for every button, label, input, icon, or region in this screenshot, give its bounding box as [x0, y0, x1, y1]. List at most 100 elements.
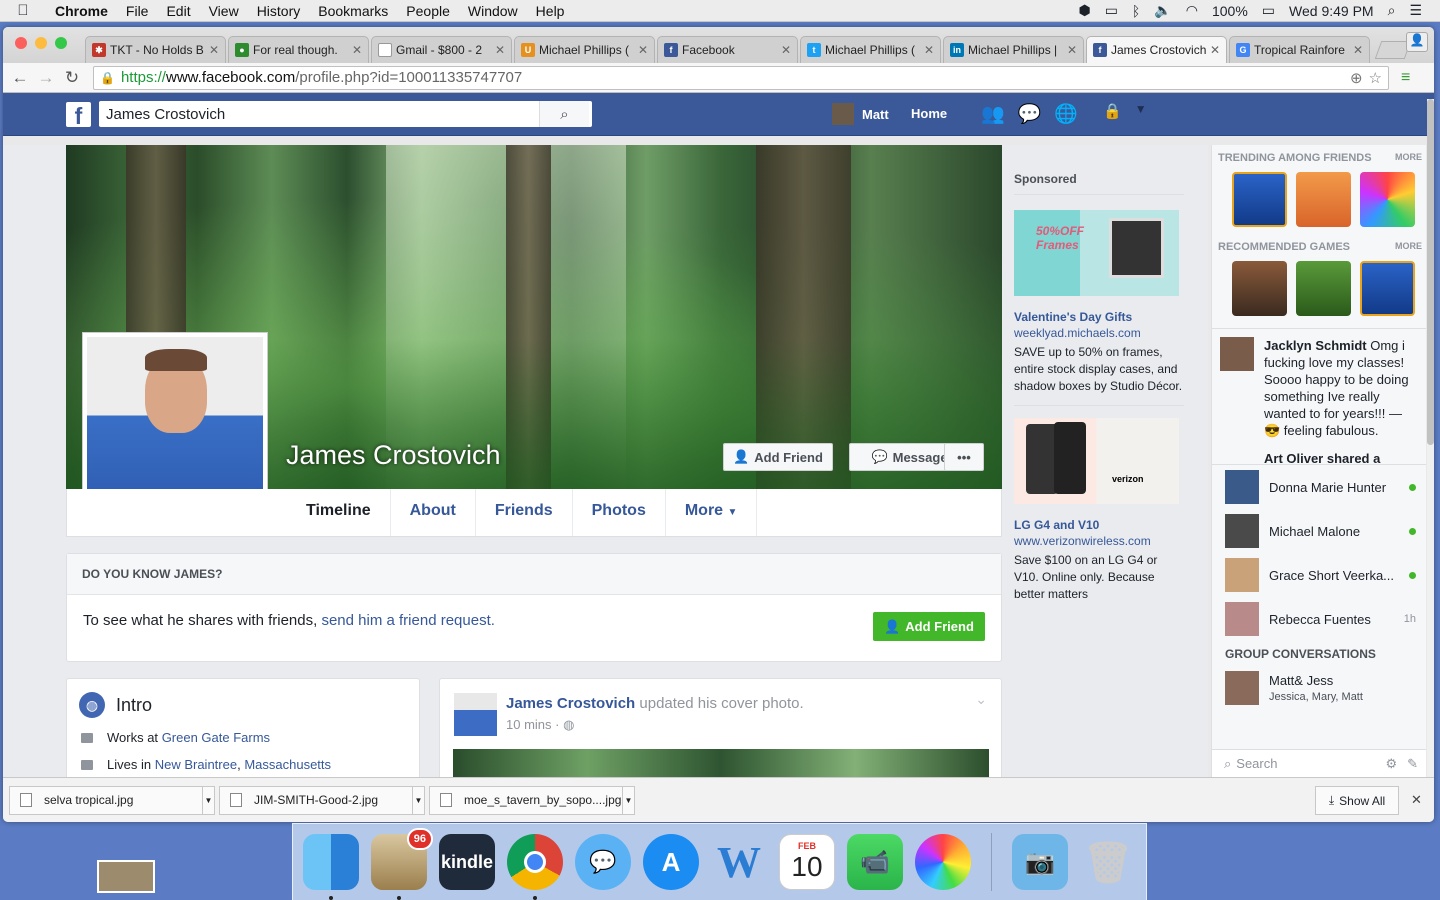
state-link[interactable]: Massachusetts — [244, 757, 331, 772]
post-avatar[interactable] — [454, 693, 497, 736]
adventure-game-icon[interactable] — [1296, 261, 1351, 316]
post-cover-image[interactable] — [453, 749, 989, 777]
dropbox-icon[interactable]: ⬢ — [1078, 2, 1090, 19]
zoom-window-button[interactable] — [55, 37, 67, 49]
recommended-more-link[interactable]: MORE — [1395, 241, 1422, 253]
download-item[interactable]: JIM-SMITH-Good-2.jpg ▼ — [219, 785, 425, 815]
download-menu-caret-icon[interactable]: ▼ — [412, 786, 424, 814]
menu-app-name[interactable]: Chrome — [46, 3, 117, 19]
download-menu-caret-icon[interactable]: ▼ — [202, 786, 214, 814]
back-icon[interactable]: ← — [7, 68, 33, 88]
close-tab-icon[interactable]: ✕ — [638, 43, 648, 57]
clock[interactable]: Wed 9:49 PM — [1289, 3, 1374, 19]
trash-icon[interactable]: 🗑 — [1080, 834, 1136, 890]
apple-menu-icon[interactable]:  — [0, 2, 46, 19]
bluetooth-icon[interactable]: ᛒ — [1132, 3, 1140, 19]
notification-center-icon[interactable]: ☰ — [1409, 2, 1422, 19]
post-author-link[interactable]: James Crostovich — [506, 695, 635, 712]
zoom-icon[interactable]: ⊕ — [1350, 69, 1363, 87]
facebook-search-input[interactable] — [99, 102, 539, 126]
lock-icon[interactable]: 🔒 — [100, 71, 115, 85]
trending-more-link[interactable]: MORE — [1395, 152, 1422, 164]
search-icon[interactable]: ⌕ — [539, 101, 589, 127]
chat-search[interactable]: ⌕ Search ⚙ ✎ — [1212, 749, 1426, 777]
ad-image-verizon[interactable]: verizon — [1014, 418, 1179, 504]
close-window-button[interactable] — [15, 37, 27, 49]
workplace-link[interactable]: Green Gate Farms — [162, 730, 270, 745]
ad-url[interactable]: www.verizonwireless.com — [1014, 534, 1184, 548]
profile-name[interactable]: James Crostovich — [286, 440, 501, 471]
menu-view[interactable]: View — [200, 3, 248, 19]
close-tab-icon[interactable]: ✕ — [209, 43, 219, 57]
post-timestamp[interactable]: 10 mins · — [506, 717, 559, 732]
menu-people[interactable]: People — [397, 3, 459, 19]
profile-link[interactable]: Matt — [832, 103, 889, 125]
scrollbar-thumb[interactable] — [1427, 99, 1434, 445]
battery-percent[interactable]: 100% — [1212, 3, 1248, 19]
messages-icon[interactable]: 💬 — [1018, 102, 1042, 126]
download-item[interactable]: moe_s_tavern_by_sopo....jpg ▼ — [429, 785, 635, 815]
family-feud-game-icon[interactable] — [1360, 261, 1415, 316]
chat-friend[interactable]: Grace Short Veerka... — [1212, 553, 1426, 597]
calendar-icon[interactable]: FEB 10 — [779, 834, 835, 890]
browser-tab[interactable]: in Michael Phillips | ✕ — [943, 36, 1084, 63]
close-tab-icon[interactable]: ✕ — [352, 43, 362, 57]
bookmark-star-icon[interactable]: ☆ — [1369, 69, 1382, 87]
close-tab-icon[interactable]: ✕ — [1067, 43, 1077, 57]
minimize-window-button[interactable] — [35, 37, 47, 49]
friend-request-link[interactable]: send him a friend request. — [321, 612, 494, 629]
privacy-lock-icon[interactable]: 🔒 — [1103, 102, 1122, 126]
friend-requests-icon[interactable]: 👥 — [981, 102, 1005, 126]
facetime-icon[interactable]: 📹 — [847, 834, 903, 890]
more-options-button[interactable]: ••• — [944, 443, 984, 471]
facebook-logo-icon[interactable]: f — [66, 102, 91, 129]
photos-icon[interactable] — [915, 834, 971, 890]
browser-tab[interactable]: Gmail - $800 - 2 ✕ — [371, 36, 512, 63]
ticker-next[interactable]: Art Oliver shared a — [1212, 451, 1426, 465]
group-conversation[interactable]: Matt& Jess Jessica, Mary, Matt — [1212, 671, 1426, 705]
tab-more[interactable]: More ▼ — [666, 489, 758, 536]
browser-tab[interactable]: f James Crostovich ✕ — [1086, 36, 1227, 63]
volume-icon[interactable]: 🔈 — [1154, 2, 1171, 19]
profile-icon[interactable]: 👤 — [1406, 32, 1428, 52]
browser-tab[interactable]: ✱ TKT - No Holds B ✕ — [85, 36, 226, 63]
close-icon[interactable]: ✕ — [1411, 792, 1422, 808]
spotlight-icon[interactable]: ⌕ — [1388, 2, 1396, 19]
account-dropdown-icon[interactable]: ▼ — [1135, 102, 1147, 126]
menu-history[interactable]: History — [248, 3, 310, 19]
ad-title[interactable]: LG G4 and V10 — [1014, 518, 1184, 532]
reload-icon[interactable]: ↻ — [59, 68, 85, 88]
word-icon[interactable]: W — [711, 834, 767, 890]
tab-about[interactable]: About — [391, 489, 476, 536]
messages-icon[interactable]: 💬 — [575, 834, 631, 890]
close-tab-icon[interactable]: ✕ — [1210, 43, 1220, 57]
show-all-downloads-button[interactable]: ⤓ Show All — [1315, 786, 1399, 815]
chat-friend[interactable]: Michael Malone — [1212, 509, 1426, 553]
browser-tab[interactable]: ● For real though. ✕ — [228, 36, 369, 63]
tab-photos[interactable]: Photos — [573, 489, 666, 536]
war-game-icon[interactable] — [1232, 261, 1287, 316]
battery-icon[interactable]: ▭ — [1262, 2, 1275, 19]
download-item[interactable]: selva tropical.jpg ▼ — [9, 785, 215, 815]
close-tab-icon[interactable]: ✕ — [495, 43, 505, 57]
chrome-menu-icon[interactable]: ≡ — [1401, 69, 1410, 87]
add-friend-green-button[interactable]: 👤 Add Friend — [873, 612, 985, 641]
menu-help[interactable]: Help — [527, 3, 574, 19]
browser-tab[interactable]: G Tropical Rainfore ✕ — [1229, 36, 1370, 63]
chat-friend[interactable]: Donna Marie Hunter — [1212, 465, 1426, 509]
city-link[interactable]: New Braintree — [155, 757, 237, 772]
browser-tab[interactable]: f Facebook ✕ — [657, 36, 798, 63]
airplay-icon[interactable]: ▭ — [1105, 2, 1118, 19]
chat-friend[interactable]: Rebecca Fuentes 1h — [1212, 597, 1426, 641]
close-tab-icon[interactable]: ✕ — [781, 43, 791, 57]
menu-window[interactable]: Window — [459, 3, 527, 19]
tab-timeline[interactable]: Timeline — [287, 489, 391, 536]
ad-url[interactable]: weeklyad.michaels.com — [1014, 326, 1184, 340]
browser-tab[interactable]: t Michael Phillips (✕ — [800, 36, 941, 63]
browser-tab[interactable]: U Michael Phillips (✕ — [514, 36, 655, 63]
trivia-game-icon[interactable] — [1360, 172, 1415, 227]
forward-icon[interactable]: → — [33, 68, 59, 88]
screenshots-folder-icon[interactable]: 📷 — [1012, 834, 1068, 890]
page-scrollbar[interactable] — [1427, 99, 1434, 777]
game-icon[interactable] — [1296, 172, 1351, 227]
